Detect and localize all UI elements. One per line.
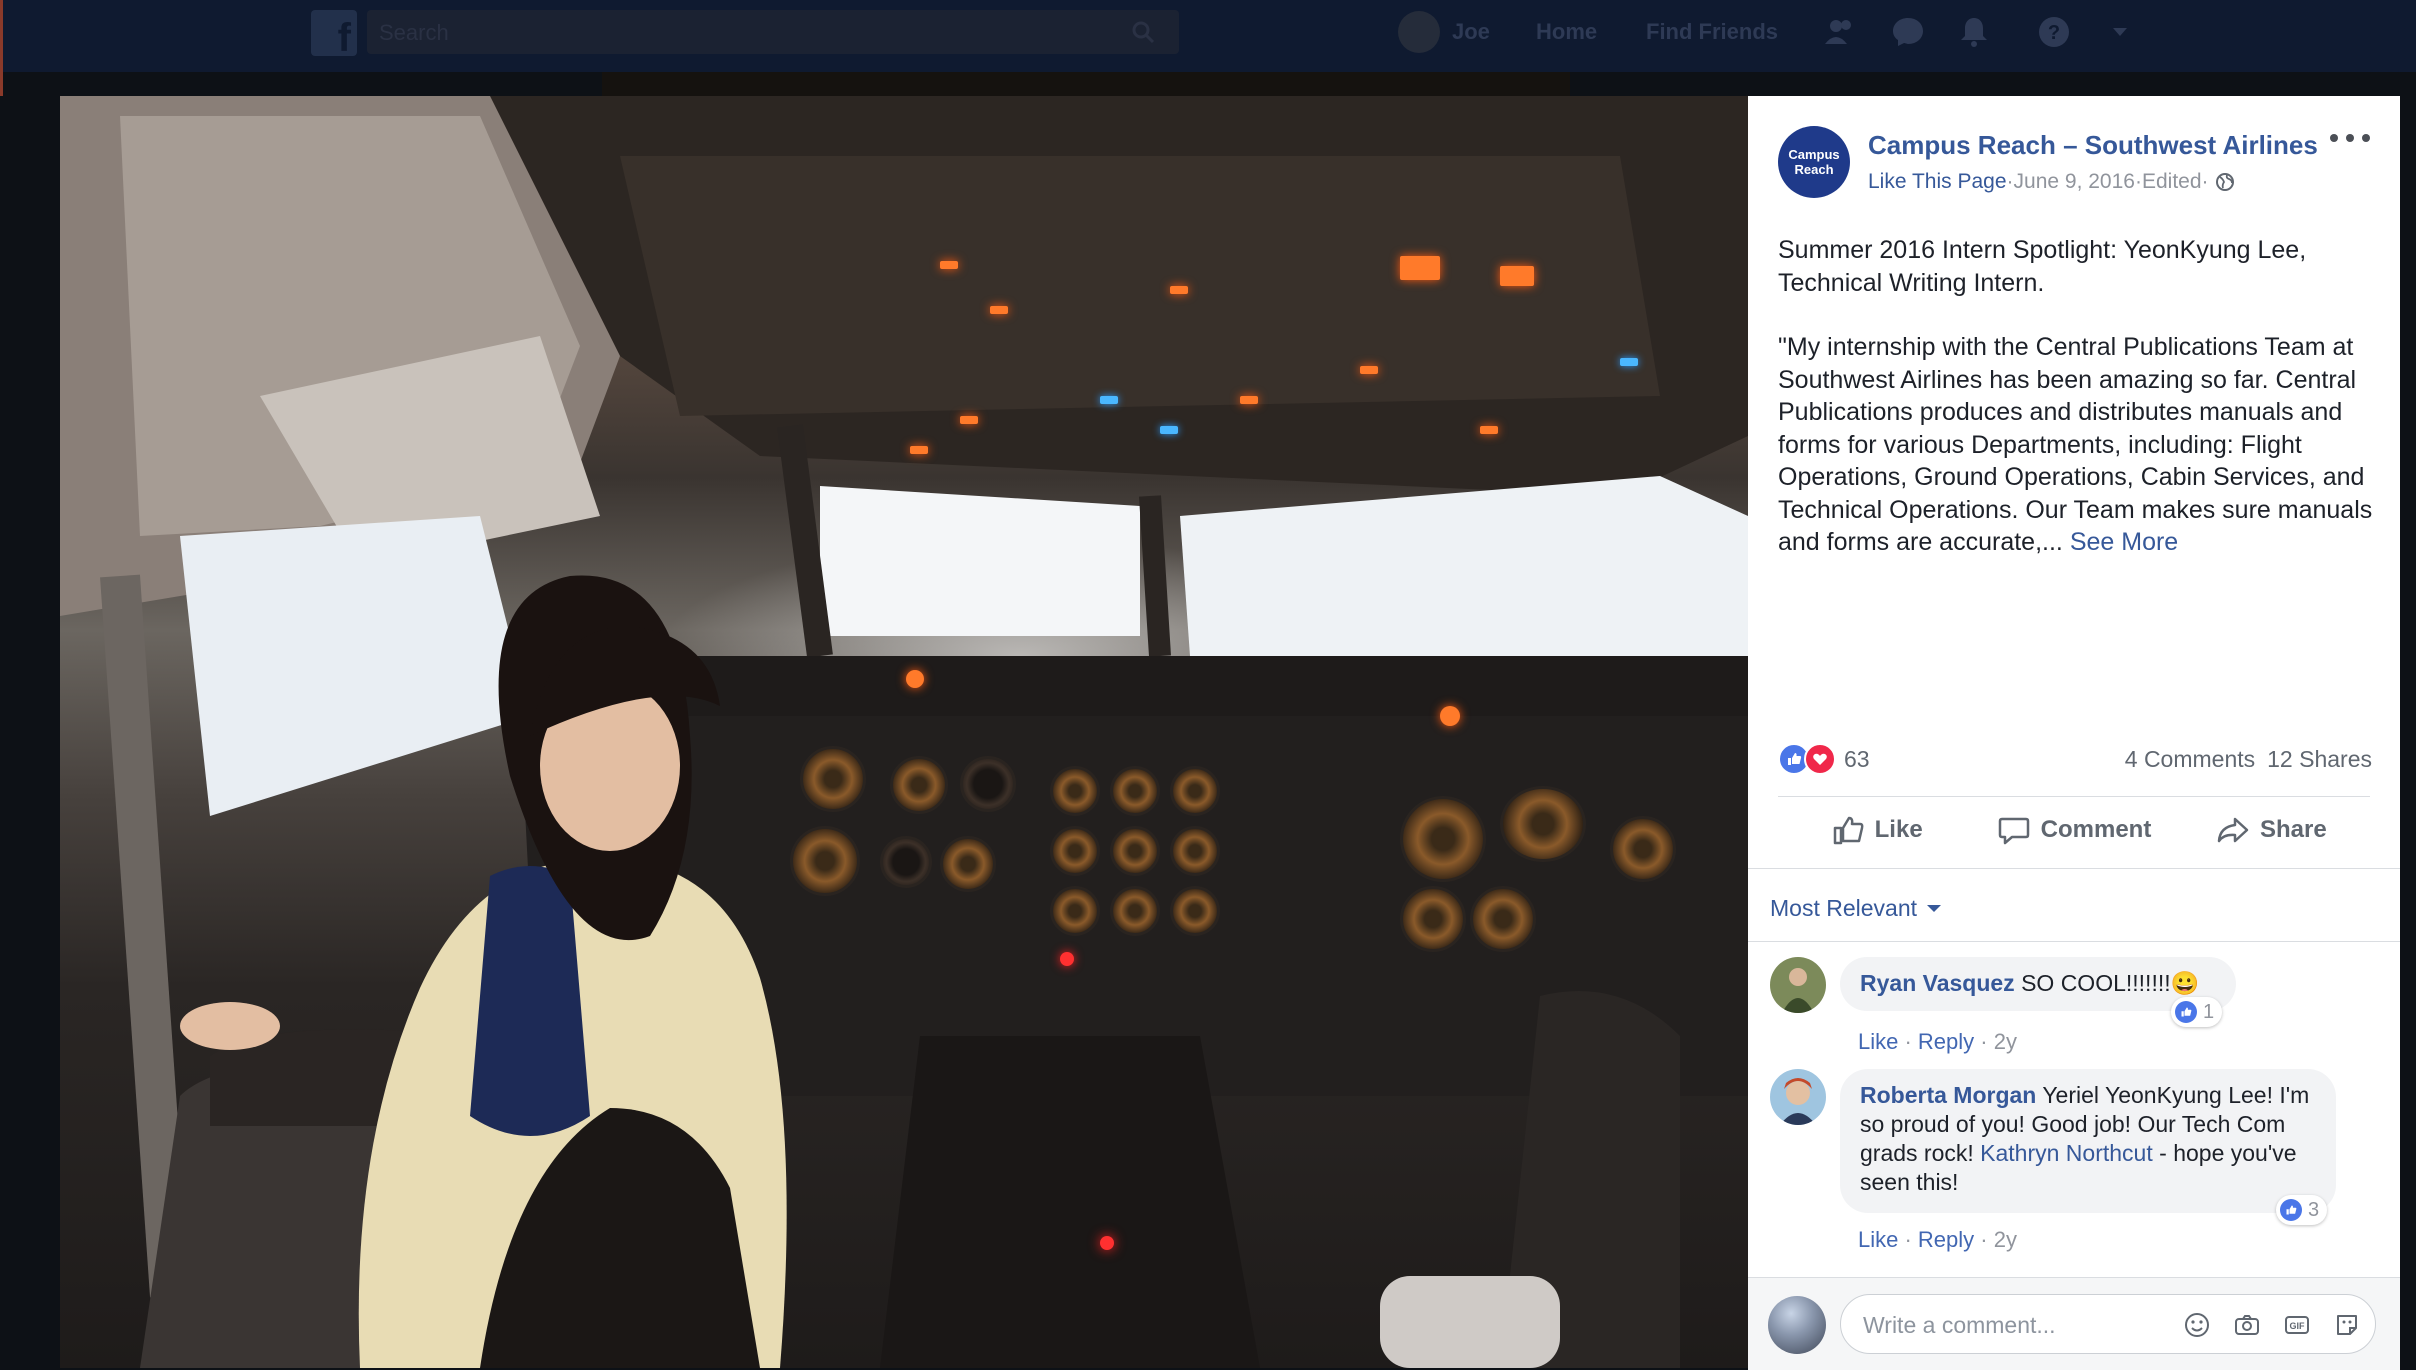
window-edge — [0, 0, 3, 96]
post-text-intro: Summer 2016 Intern Spotlight: YeonKyung … — [1778, 236, 2307, 297]
nav-find-friends[interactable]: Find Friends — [1646, 0, 1778, 64]
comment-time[interactable]: 2y — [1994, 1029, 2017, 1054]
like-page-link[interactable]: Like This Page — [1868, 170, 2007, 194]
page-name-link[interactable]: Campus Reach – Southwest Airlines — [1868, 130, 2318, 161]
post-text: Summer 2016 Intern Spotlight: YeonKyung … — [1778, 234, 2378, 591]
dropdown-arrow-icon[interactable] — [2110, 22, 2130, 42]
divider — [1748, 941, 2400, 942]
meta-separator: · — [2201, 170, 2209, 193]
reactions-summary[interactable]: 63 — [1778, 743, 1870, 775]
comment-like-link[interactable]: Like — [1858, 1227, 1898, 1252]
svg-text:?: ? — [2048, 22, 2060, 44]
facebook-logo-icon[interactable]: f — [311, 10, 357, 56]
comment-sort-dropdown[interactable]: Most Relevant — [1770, 895, 1942, 922]
edited-label[interactable]: Edited — [2142, 170, 2202, 194]
comment-like-count[interactable]: 1 — [2171, 997, 2223, 1027]
search-box[interactable] — [367, 10, 1179, 56]
messenger-icon[interactable] — [1890, 14, 1926, 50]
comment-label: Comment — [2040, 816, 2152, 843]
comments-section: Most Relevant Ryan Vasquez SO COOL!!!!!!… — [1748, 868, 2400, 1370]
reaction-count: 63 — [1844, 745, 1870, 772]
post-date-link[interactable]: June 9, 2016 — [2014, 170, 2135, 194]
search-icon[interactable] — [1131, 20, 1155, 44]
comments-count-link[interactable]: 4 Comments — [2125, 746, 2255, 772]
post-meta: Like This Page · June 9, 2016 · Edited · — [1868, 170, 2235, 194]
comment-input[interactable] — [1861, 1295, 2165, 1355]
sticker-icon[interactable] — [2333, 1311, 2361, 1339]
like-reaction-icon — [2280, 1199, 2302, 1221]
globe-icon — [2215, 173, 2234, 191]
comment-like-number: 1 — [2203, 1000, 2215, 1023]
search-input[interactable] — [377, 10, 1121, 56]
friend-requests-icon[interactable] — [1822, 14, 1858, 50]
comment-reply-link[interactable]: Reply — [1918, 1029, 1974, 1054]
share-button[interactable]: Share — [2173, 796, 2370, 864]
more-options-icon[interactable] — [2330, 126, 2370, 150]
comment-time[interactable]: 2y — [1994, 1227, 2017, 1252]
comment-input-box[interactable]: GIF — [1840, 1294, 2376, 1355]
shares-count-link[interactable]: 12 Shares — [2267, 746, 2372, 772]
comment-author-link[interactable]: Ryan Vasquez — [1860, 970, 2015, 996]
comment-like-number: 3 — [2308, 1198, 2320, 1221]
like-reaction-icon — [2175, 1001, 2197, 1023]
meta-separator: · — [2134, 170, 2142, 193]
nav-find-friends-label: Find Friends — [1646, 19, 1778, 44]
love-reaction-icon — [1804, 743, 1836, 775]
post-actions: Like Comment Share — [1778, 796, 2370, 864]
comment-icon — [1998, 817, 2029, 845]
avatar[interactable] — [1770, 1069, 1826, 1125]
post-panel: Campus Reach Campus Reach – Southwest Ai… — [1748, 96, 2400, 1370]
gif-icon[interactable]: GIF — [2283, 1311, 2311, 1339]
comment-button[interactable]: Comment — [1975, 796, 2172, 864]
comment-like-link[interactable]: Like — [1858, 1029, 1898, 1054]
like-icon — [1833, 816, 1864, 845]
post-photo[interactable] — [60, 96, 1748, 1368]
emoji-icon[interactable] — [2183, 1311, 2211, 1339]
nav-home[interactable]: Home — [1536, 0, 1597, 64]
top-navigation-bar: f Joe Home Find Friends ? — [0, 0, 2416, 96]
post-text-quote: "My internship with the Central Publicat… — [1778, 331, 2378, 559]
comment-actions: Like · Reply · 2y — [1858, 1029, 2017, 1054]
nav-home-label: Home — [1536, 19, 1598, 44]
avatar — [1398, 11, 1440, 53]
share-icon — [2217, 817, 2249, 843]
comment-sort-label: Most Relevant — [1770, 895, 1918, 921]
photo-edge — [602, 72, 1570, 96]
meta-separator: · — [2006, 170, 2014, 193]
profile-link[interactable]: Joe — [1398, 0, 1490, 64]
page-avatar-text: Campus Reach — [1788, 147, 1840, 177]
svg-text:GIF: GIF — [2290, 1321, 2306, 1331]
post-text-quote-body: "My internship with the Central Publicat… — [1778, 333, 2373, 556]
chevron-down-icon — [1927, 905, 1942, 912]
comment-bubble: Roberta Morgan Yeriel YeonKyung Lee! I'm… — [1840, 1069, 2336, 1213]
notifications-icon[interactable] — [1956, 14, 1992, 50]
avatar — [1768, 1296, 1826, 1354]
comment-author-link[interactable]: Roberta Morgan — [1860, 1082, 2036, 1108]
comment-reply-link[interactable]: Reply — [1918, 1227, 1974, 1252]
write-comment-bar: GIF — [1748, 1277, 2400, 1370]
see-more-link[interactable]: See More — [2070, 528, 2178, 556]
help-icon[interactable]: ? — [2036, 14, 2072, 50]
comment-text: SO COOL!!!!!!!😀 — [2021, 970, 2200, 996]
like-label: Like — [1874, 816, 1923, 843]
mention-link[interactable]: Kathryn Northcut — [1980, 1140, 2153, 1166]
share-label: Share — [2259, 816, 2327, 843]
camera-icon[interactable] — [2233, 1311, 2261, 1339]
profile-name: Joe — [1452, 19, 1490, 44]
engagement-counts: 4 Comments 12 Shares — [2113, 746, 2372, 773]
post-header: Campus Reach Campus Reach – Southwest Ai… — [1748, 96, 2400, 206]
avatar[interactable] — [1770, 957, 1826, 1013]
like-button[interactable]: Like — [1778, 796, 1975, 864]
comment-actions: Like · Reply · 2y — [1858, 1227, 2017, 1252]
page-avatar[interactable]: Campus Reach — [1778, 126, 1850, 198]
comment-like-count[interactable]: 3 — [2276, 1195, 2328, 1225]
cockpit-photo-illustration — [60, 96, 1748, 1368]
